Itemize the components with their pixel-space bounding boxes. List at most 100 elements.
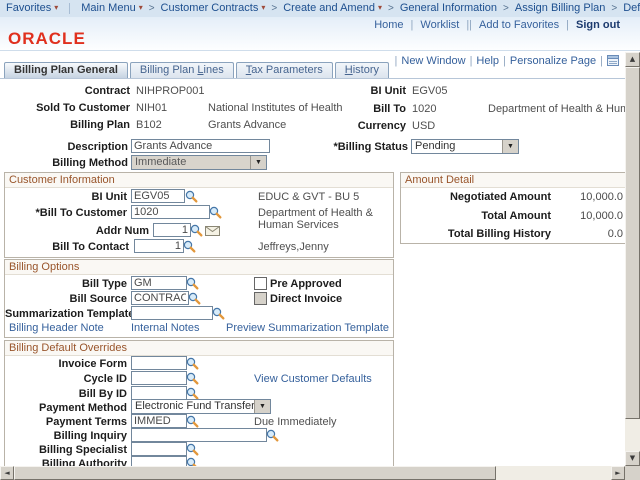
tab-label: istory (353, 64, 379, 76)
scrollbar-corner (625, 466, 640, 480)
horizontal-scrollbar[interactable]: ◄ ► (0, 466, 625, 480)
billing-status-select[interactable]: Pending ▼ (411, 139, 519, 154)
billing-plan-label: Billing Plan (0, 119, 130, 131)
sign-out-link[interactable]: Sign out (576, 19, 620, 31)
dropdown-arrow-icon[interactable]: ▼ (502, 140, 518, 153)
customer-information-title: Customer Information (5, 173, 393, 188)
home-link[interactable]: Home (374, 19, 403, 31)
vertical-scroll-thumb[interactable] (625, 67, 640, 419)
favorites-menu[interactable]: Favorites (6, 2, 58, 14)
billing-plan-name: Grants Advance (208, 119, 286, 131)
addr-num-input[interactable] (153, 223, 191, 237)
pre-approved-label: Pre Approved (270, 278, 342, 290)
billing-method-select: Immediate ▼ (131, 155, 267, 170)
cycle-id-label: Cycle ID (5, 373, 127, 385)
vertical-scrollbar[interactable]: ▲ ▼ (625, 52, 640, 466)
billing-specialist-input[interactable] (131, 442, 187, 456)
bill-to-contact-input[interactable] (134, 239, 184, 253)
http-icon[interactable] (607, 55, 619, 66)
scroll-left-button[interactable]: ◄ (0, 466, 14, 480)
direct-invoice-label: Direct Invoice (270, 293, 342, 305)
pre-approved-checkbox[interactable] (254, 277, 267, 290)
payment-terms-lookup-icon[interactable] (186, 415, 199, 428)
billing-options-title: Billing Options (5, 260, 393, 275)
breadcrumb-item-customer-contracts[interactable]: Customer Contracts (161, 2, 266, 14)
payment-terms-input[interactable] (131, 414, 187, 428)
addr-num-lookup-icon[interactable] (190, 224, 203, 237)
billing-specialist-lookup-icon[interactable] (186, 443, 199, 456)
address-envelope-icon[interactable] (205, 226, 220, 236)
bi-unit-lookup-icon[interactable] (185, 190, 198, 203)
tab-billing-plan-general[interactable]: Billing Plan General (4, 62, 128, 78)
scroll-down-button[interactable]: ▼ (625, 451, 640, 466)
breadcrumb: Favorites Main Menu Customer Contracts Crea… (0, 0, 640, 18)
bill-source-input[interactable] (131, 291, 189, 305)
bill-to-contact-lookup-icon[interactable] (183, 240, 196, 253)
new-window-link[interactable]: New Window (401, 55, 465, 67)
bill-type-lookup-icon[interactable] (186, 277, 199, 290)
horizontal-scroll-thumb[interactable] (14, 466, 496, 480)
billing-inquiry-lookup-icon[interactable] (266, 429, 279, 442)
breadcrumb-divider (69, 3, 70, 14)
tab-baseline (0, 78, 625, 79)
description-input[interactable] (131, 139, 270, 153)
bi-unit-desc: EDUC & GVT - BU 5 (258, 191, 359, 203)
scroll-right-button[interactable]: ► (611, 466, 625, 480)
payment-terms-label: Payment Terms (5, 416, 127, 428)
internal-notes-link[interactable]: Internal Notes (131, 322, 199, 334)
header-band: Home|Worklist||Add to Favorites|Sign out… (0, 17, 640, 50)
summarization-template-id-label: Summarization Template ID (5, 308, 127, 320)
dropdown-arrow-icon[interactable]: ▼ (254, 400, 270, 413)
sold-to-customer-label: Sold To Customer (0, 102, 130, 114)
cycle-id-lookup-icon[interactable] (186, 372, 199, 385)
contract-label: Contract (0, 85, 130, 97)
bill-source-lookup-icon[interactable] (188, 292, 201, 305)
total-amount-label: Total Amount (401, 210, 551, 222)
payment-terms-desc: Due Immediately (254, 416, 337, 428)
tab-history[interactable]: History (335, 62, 389, 78)
worklist-link[interactable]: Worklist (420, 19, 459, 31)
breadcrumb-item-main-menu[interactable]: Main Menu (81, 2, 142, 14)
cycle-id-input[interactable] (131, 371, 187, 385)
tab-tax-parameters[interactable]: Tax Parameters (236, 62, 333, 78)
tab-accesskey: H (345, 64, 353, 76)
preview-summarization-template-link[interactable]: Preview Summarization Template (226, 322, 389, 334)
breadcrumb-item-define-billing-plan: Define Billing Plan (623, 2, 640, 14)
bill-type-input[interactable] (131, 276, 187, 290)
add-to-favorites-link[interactable]: Add to Favorites (479, 19, 559, 31)
invoice-form-lookup-icon[interactable] (186, 357, 199, 370)
bill-to-header-name: Department of Health & Human Services (488, 103, 640, 115)
bill-to-customer-lookup-icon[interactable] (209, 206, 222, 219)
help-link[interactable]: Help (476, 55, 499, 67)
personalize-page-link[interactable]: Personalize Page (510, 55, 596, 67)
bill-to-customer-input[interactable] (131, 205, 210, 219)
tab-billing-plan-lines[interactable]: Billing Plan Lines (130, 62, 234, 78)
addr-num-label: Addr Num (5, 225, 149, 237)
negotiated-amount-value: 10,000.0 (580, 191, 623, 203)
invoice-form-input[interactable] (131, 356, 187, 370)
direct-invoice-checkbox (254, 292, 267, 305)
header-divider (0, 50, 640, 51)
breadcrumb-item-general-information[interactable]: General Information (400, 2, 497, 14)
billing-inquiry-input[interactable] (131, 428, 267, 442)
bi-unit-input[interactable] (131, 189, 185, 203)
bill-to-header-label: Bill To (280, 103, 406, 115)
bill-to-header-value: 1020 (412, 103, 436, 115)
view-customer-defaults-link[interactable]: View Customer Defaults (254, 373, 372, 385)
scroll-up-button[interactable]: ▲ (625, 52, 640, 67)
summarization-template-id-lookup-icon[interactable] (212, 307, 225, 320)
billing-status-label: *Billing Status (280, 141, 408, 153)
breadcrumb-item-assign-billing-plan[interactable]: Assign Billing Plan (515, 2, 606, 14)
summarization-template-id-input[interactable] (131, 306, 213, 320)
bi-unit-label: BI Unit (5, 191, 127, 203)
billing-status-value: Pending (415, 140, 455, 153)
billing-plan-value: B102 (136, 119, 162, 131)
tab-label: ax Parameters (251, 64, 323, 76)
bill-by-id-input[interactable] (131, 386, 187, 400)
breadcrumb-item-create-and-amend[interactable]: Create and Amend (283, 2, 382, 14)
billing-header-note-link[interactable]: Billing Header Note (9, 322, 104, 334)
bill-by-id-label: Bill By ID (5, 388, 127, 400)
breadcrumb-separator (499, 2, 513, 14)
payment-method-select[interactable]: Electronic Fund Transfer ▼ (131, 399, 271, 414)
bill-source-label: Bill Source (5, 293, 127, 305)
